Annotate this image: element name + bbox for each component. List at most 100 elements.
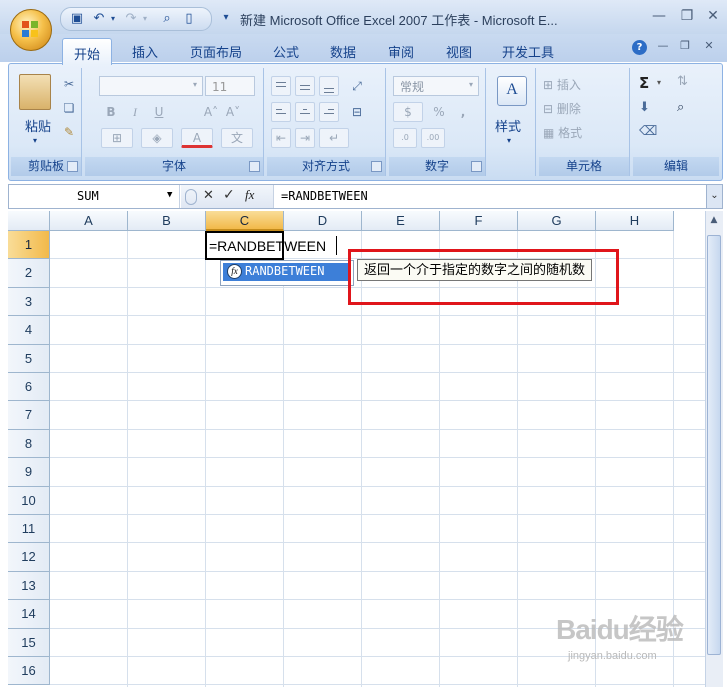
styles-button[interactable]: 样式	[495, 116, 521, 135]
copy-icon[interactable]: ❏	[59, 98, 79, 118]
accounting-format-icon[interactable]: $	[393, 102, 423, 122]
row-header-2[interactable]: 2	[8, 259, 50, 288]
row-header-16[interactable]: 16	[8, 657, 50, 686]
align-bottom-icon[interactable]	[319, 76, 339, 96]
number-format-field[interactable]: 常规	[393, 76, 479, 96]
align-top-icon[interactable]	[271, 76, 291, 96]
paste-icon[interactable]	[19, 74, 51, 110]
font-launcher-icon[interactable]	[249, 161, 260, 172]
percent-button[interactable]: %	[429, 102, 449, 122]
name-box-dropdown-icon[interactable]: ▼	[167, 190, 172, 200]
enter-icon[interactable]: ✓	[223, 187, 235, 203]
column-header-g[interactable]: G	[518, 211, 596, 231]
styles-dropdown-icon[interactable]: ▾	[507, 136, 511, 145]
office-button[interactable]	[10, 9, 52, 51]
increase-font-icon[interactable]: A˄	[201, 102, 221, 122]
align-center-icon[interactable]	[295, 102, 315, 122]
format-painter-icon[interactable]: ✎	[59, 122, 79, 142]
tab-review[interactable]: 审阅	[388, 42, 414, 61]
cancel-icon[interactable]: ✕	[203, 188, 214, 203]
close-icon[interactable]: ✕	[706, 9, 720, 23]
format-cells-button[interactable]: ▦ 格式	[543, 124, 582, 141]
minimize-icon[interactable]: —	[652, 9, 666, 23]
clear-icon[interactable]: ⌫	[639, 124, 657, 139]
insert-cells-button[interactable]: ⊞ 插入	[543, 76, 581, 93]
column-header-b[interactable]: B	[128, 211, 206, 231]
help-icon[interactable]: ?	[632, 40, 647, 55]
row-header-9[interactable]: 9	[8, 458, 50, 487]
font-size-field[interactable]: 11	[205, 76, 255, 96]
number-format-dropdown-icon[interactable]: ▾	[469, 80, 473, 89]
name-box[interactable]: SUM ▼	[9, 185, 180, 208]
align-left-icon[interactable]	[271, 102, 291, 122]
underline-button[interactable]: U	[149, 102, 169, 122]
tab-home[interactable]: 开始	[62, 38, 112, 65]
formula-bar-grip-icon[interactable]	[185, 189, 197, 205]
column-header-f[interactable]: F	[440, 211, 518, 231]
decrease-font-icon[interactable]: A˅	[223, 102, 243, 122]
paste-button[interactable]: 粘贴	[25, 116, 51, 135]
workbook-close-icon[interactable]: ✕	[702, 39, 716, 53]
tab-formulas[interactable]: 公式	[273, 42, 299, 61]
alignment-launcher-icon[interactable]	[371, 161, 382, 172]
save-icon[interactable]: ▣	[69, 11, 85, 27]
autosum-button[interactable]: Σ	[639, 74, 649, 92]
font-color-button[interactable]: A	[181, 128, 213, 148]
fill-color-icon[interactable]: ◈	[141, 128, 173, 148]
tab-view[interactable]: 视图	[446, 42, 472, 61]
row-header-12[interactable]: 12	[8, 543, 50, 572]
row-header-6[interactable]: 6	[8, 373, 50, 402]
row-header-8[interactable]: 8	[8, 429, 50, 459]
redo-dropdown-icon[interactable]: ▾	[137, 11, 153, 27]
cell-styles-icon[interactable]: A	[497, 76, 527, 106]
row-header-7[interactable]: 7	[8, 401, 50, 430]
borders-icon[interactable]: ⊞	[101, 128, 133, 148]
sort-filter-icon[interactable]: ⇅	[677, 74, 688, 89]
workbook-minimize-icon[interactable]: —	[656, 39, 670, 53]
decrease-decimal-icon[interactable]: .00	[421, 128, 445, 148]
find-select-icon[interactable]: ⌕	[677, 100, 684, 115]
column-header-h[interactable]: H	[596, 211, 674, 231]
paste-dropdown-icon[interactable]: ▾	[33, 136, 37, 145]
scroll-up-icon[interactable]: ▲	[707, 213, 721, 227]
font-name-field[interactable]	[99, 76, 203, 96]
column-header-c[interactable]: C	[206, 211, 284, 231]
column-header-a[interactable]: A	[50, 211, 128, 231]
tab-insert[interactable]: 插入	[132, 42, 158, 61]
row-header-3[interactable]: 3	[8, 287, 50, 317]
row-header-5[interactable]: 5	[8, 344, 50, 373]
row-header-11[interactable]: 11	[8, 515, 50, 544]
row-header-15[interactable]: 15	[8, 628, 50, 657]
align-right-icon[interactable]	[319, 102, 339, 122]
autocomplete-item-randbetween[interactable]: fx RANDBETWEEN	[223, 263, 349, 281]
italic-button[interactable]: I	[125, 102, 145, 122]
row-header-4[interactable]: 4	[8, 316, 50, 345]
clipboard-launcher-icon[interactable]	[67, 161, 78, 172]
delete-cells-button[interactable]: ⊟ 删除	[543, 100, 581, 117]
undo-dropdown-icon[interactable]: ▾	[105, 11, 121, 27]
bold-button[interactable]: B	[101, 102, 121, 122]
merge-center-icon[interactable]: ⊟	[347, 102, 367, 122]
tab-page-layout[interactable]: 页面布局	[190, 42, 242, 61]
new-document-icon[interactable]: ▯	[181, 11, 197, 27]
tab-data[interactable]: 数据	[330, 42, 356, 61]
workbook-restore-icon[interactable]: ❐	[678, 39, 692, 53]
formula-input[interactable]: =RANDBETWEEN	[281, 189, 368, 203]
expand-formula-bar-icon[interactable]: ⌄	[706, 185, 722, 208]
decrease-indent-icon[interactable]: ⇤	[271, 128, 291, 148]
wrap-text-icon[interactable]: ↵	[319, 128, 349, 148]
phonetic-icon[interactable]: 文	[221, 128, 253, 148]
scroll-thumb[interactable]	[707, 235, 721, 655]
number-launcher-icon[interactable]	[471, 161, 482, 172]
increase-decimal-icon[interactable]: .0	[393, 128, 417, 148]
row-header-1[interactable]: 1	[8, 231, 50, 260]
increase-indent-icon[interactable]: ⇥	[295, 128, 315, 148]
column-header-e[interactable]: E	[362, 211, 440, 231]
active-cell-c1[interactable]: =RANDBETWEEN	[205, 231, 326, 260]
insert-function-button[interactable]: fx	[245, 187, 254, 203]
font-name-dropdown-icon[interactable]: ▾	[193, 80, 197, 89]
column-header-d[interactable]: D	[284, 211, 362, 231]
autosum-dropdown-icon[interactable]: ▾	[657, 78, 661, 87]
row-header-13[interactable]: 13	[8, 571, 50, 601]
comma-button[interactable]: ,	[453, 102, 473, 122]
